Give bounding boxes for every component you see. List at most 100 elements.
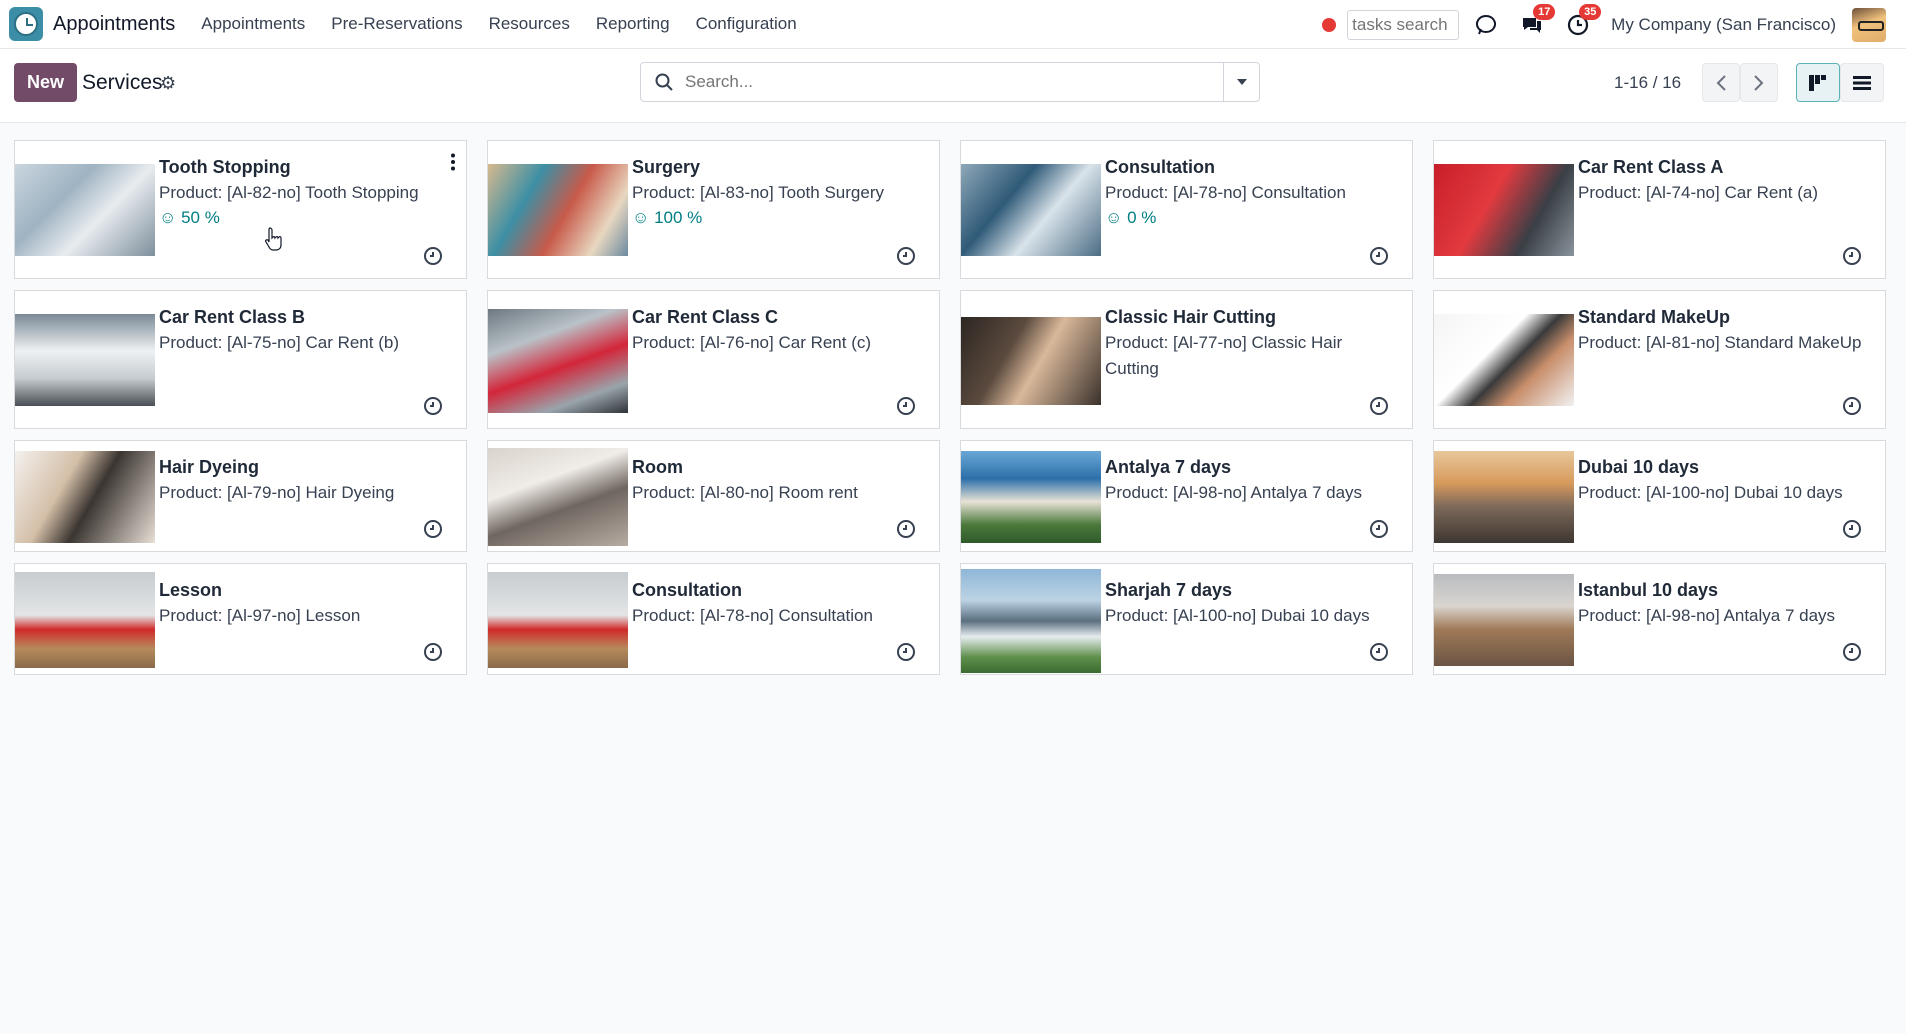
app-name[interactable]: Appointments: [53, 13, 175, 36]
card-title: Istanbul 10 days: [1578, 580, 1719, 600]
new-button[interactable]: New: [14, 63, 77, 102]
activity-clock-icon[interactable]: [423, 396, 443, 416]
card-product: Product: [Al-78-no] Consultation: [632, 606, 873, 625]
smile-icon: ☺: [159, 208, 177, 227]
search-options-toggle[interactable]: [1223, 63, 1259, 101]
card-title: Surgery: [632, 157, 701, 177]
lesson-photo: [15, 572, 155, 668]
activity-clock-icon[interactable]: [896, 246, 916, 266]
kanban-view-button[interactable]: [1796, 63, 1840, 102]
menu-configuration[interactable]: Configuration: [696, 14, 797, 34]
kanban-card[interactable]: Surgery Product: [Al-83-no] Tooth Surger…: [487, 140, 940, 279]
kanban-card[interactable]: Consultation Product: [Al-78-no] Consult…: [960, 140, 1413, 279]
card-product: Product: [Al-98-no] Antalya 7 days: [1578, 606, 1836, 625]
istanbul-photo: [1434, 574, 1574, 666]
card-title: Sharjah 7 days: [1105, 580, 1233, 600]
activity-clock-icon[interactable]: [1842, 519, 1862, 539]
activity-clock-icon[interactable]: [423, 519, 443, 539]
room-photo: [488, 448, 628, 546]
kanban-card[interactable]: Tooth Stopping Product: [Al-82-no] Tooth…: [14, 140, 467, 279]
smile-icon: ☺: [1105, 208, 1123, 227]
card-menu-dots-icon[interactable]: [450, 153, 456, 171]
kanban-card[interactable]: Car Rent Class C Product: [Al-76-no] Car…: [487, 290, 940, 429]
kanban-card[interactable]: Car Rent Class B Product: [Al-75-no] Car…: [14, 290, 467, 429]
kanban-card[interactable]: Car Rent Class A Product: [Al-74-no] Car…: [1433, 140, 1886, 279]
activity-clock-icon[interactable]: [1369, 642, 1389, 662]
gear-icon[interactable]: ⚙: [160, 73, 176, 94]
card-product: Product: [Al-76-no] Car Rent (c): [632, 333, 872, 352]
card-rating-value: 0 %: [1127, 208, 1157, 227]
card-title: Tooth Stopping: [159, 157, 291, 177]
activity-clock-icon[interactable]: [1842, 642, 1862, 662]
pager-value[interactable]: 1-16 / 16: [1614, 73, 1681, 93]
recording-indicator-icon[interactable]: [1322, 17, 1337, 32]
kanban-card[interactable]: Dubai 10 days Product: [Al-100-no] Dubai…: [1433, 440, 1886, 552]
user-avatar[interactable]: [1852, 7, 1886, 42]
card-rating: ☺ 50 %: [159, 206, 454, 230]
menu-pre-reservations[interactable]: Pre-Reservations: [331, 14, 462, 34]
dentist-photo: [15, 164, 155, 256]
activity-clock-icon[interactable]: [896, 396, 916, 416]
card-title: Hair Dyeing: [159, 457, 260, 477]
kanban-card[interactable]: Consultation Product: [Al-78-no] Consult…: [487, 563, 940, 675]
card-rating-value: 100 %: [654, 208, 703, 227]
kanban-card[interactable]: Lesson Product: [Al-97-no] Lesson: [14, 563, 467, 675]
hair-dye-photo: [15, 451, 155, 543]
card-product: Product: [Al-100-no] Dubai 10 days: [1578, 483, 1843, 502]
card-product: Product: [Al-83-no] Tooth Surgery: [632, 183, 884, 202]
activity-clock-icon[interactable]: [1369, 519, 1389, 539]
messages-icon[interactable]: 17: [1519, 3, 1556, 38]
search-bar: [640, 62, 1260, 102]
kanban-card[interactable]: Antalya 7 days Product: [Al-98-no] Antal…: [960, 440, 1413, 552]
pager-next-button[interactable]: [1740, 63, 1778, 102]
card-title: Antalya 7 days: [1105, 457, 1232, 477]
smile-icon: ☺: [632, 208, 650, 227]
app-logo-icon[interactable]: [9, 7, 43, 41]
activity-clock-icon[interactable]: [896, 642, 916, 662]
caret-down-icon: [1236, 79, 1247, 85]
list-icon: [1853, 75, 1871, 90]
tasks-search-input[interactable]: [1347, 9, 1460, 40]
dubai-photo: [1434, 451, 1574, 543]
list-view-button[interactable]: [1840, 63, 1884, 102]
card-title: Car Rent Class A: [1578, 157, 1724, 177]
card-product: Product: [Al-74-no] Car Rent (a): [1578, 183, 1818, 202]
dental-consultation-photo: [961, 164, 1101, 256]
kanban-card[interactable]: Istanbul 10 days Product: [Al-98-no] Ant…: [1433, 563, 1886, 675]
company-switcher[interactable]: My Company (San Francisco): [1611, 15, 1836, 35]
red-car-photo: [1434, 164, 1574, 256]
card-rating: ☺ 100 %: [632, 206, 927, 230]
kanban-icon: [1809, 74, 1826, 91]
activity-clock-icon[interactable]: [423, 246, 443, 266]
card-title: Consultation: [1105, 157, 1215, 177]
activity-clock-icon[interactable]: [1369, 246, 1389, 266]
voip-phone-icon[interactable]: [1473, 12, 1499, 38]
card-title: Car Rent Class B: [159, 307, 306, 327]
activities-clock-icon[interactable]: 35: [1565, 3, 1602, 38]
white-suv-photo: [15, 314, 155, 406]
activity-clock-icon[interactable]: [1369, 396, 1389, 416]
kanban-card[interactable]: Standard MakeUp Product: [Al-81-no] Stan…: [1433, 290, 1886, 429]
card-product: Product: [Al-81-no] Standard MakeUp: [1578, 333, 1862, 352]
activity-clock-icon[interactable]: [1842, 396, 1862, 416]
lesson-photo: [488, 572, 628, 668]
card-product: Product: [Al-79-no] Hair Dyeing: [159, 483, 395, 502]
kanban-card[interactable]: Sharjah 7 days Product: [Al-100-no] Duba…: [960, 563, 1413, 675]
kanban-card[interactable]: Hair Dyeing Product: [Al-79-no] Hair Dye…: [14, 440, 467, 552]
search-icon[interactable]: [653, 71, 675, 93]
menu-resources[interactable]: Resources: [489, 14, 570, 34]
kanban-card[interactable]: Classic Hair Cutting Product: [Al-77-no]…: [960, 290, 1413, 429]
activity-clock-icon[interactable]: [423, 642, 443, 662]
menu-reporting[interactable]: Reporting: [596, 14, 670, 34]
pager-previous-button[interactable]: [1702, 63, 1740, 102]
activity-clock-icon[interactable]: [896, 519, 916, 539]
activity-clock-icon[interactable]: [1842, 246, 1862, 266]
search-input[interactable]: [675, 72, 1223, 92]
card-product: Product: [Al-98-no] Antalya 7 days: [1105, 483, 1363, 502]
card-product: Product: [Al-78-no] Consultation: [1105, 183, 1346, 202]
menu-appointments[interactable]: Appointments: [201, 14, 305, 34]
card-title: Lesson: [159, 580, 223, 600]
sharjah-photo: [961, 569, 1101, 673]
kanban-card[interactable]: Room Product: [Al-80-no] Room rent: [487, 440, 940, 552]
card-product: Product: [Al-100-no] Dubai 10 days: [1105, 606, 1370, 625]
